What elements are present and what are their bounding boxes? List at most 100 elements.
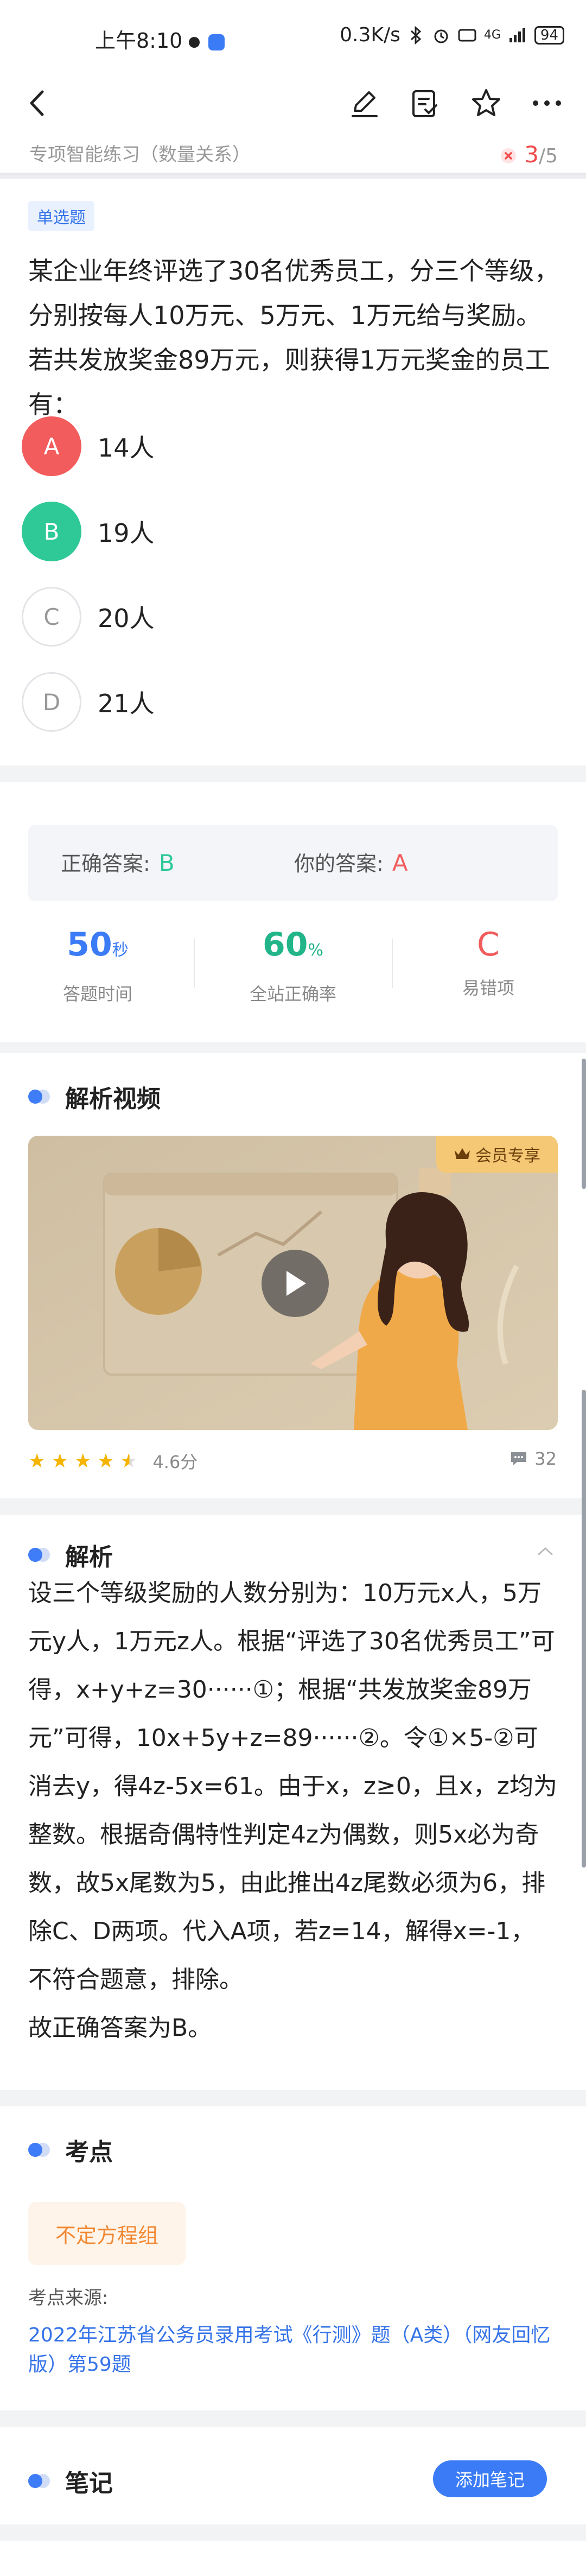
add-note-button[interactable]: 添加笔记 xyxy=(433,2460,547,2497)
stat-value: 50 xyxy=(67,926,112,964)
pencil-icon[interactable] xyxy=(348,87,381,119)
stat-caption: 易错项 xyxy=(462,978,514,998)
more-icon[interactable] xyxy=(531,87,563,119)
play-button-icon[interactable] xyxy=(262,1250,329,1317)
progress-current: 3 xyxy=(524,141,539,168)
scrollbar[interactable] xyxy=(582,1059,586,1189)
vip-badge: 会员专享 xyxy=(436,1136,558,1173)
option-label: 14人 xyxy=(98,433,155,463)
analysis-section-heading: 解析 xyxy=(28,1537,113,1572)
star-full-icon: ★ xyxy=(74,1450,92,1472)
star-icon[interactable] xyxy=(470,87,502,119)
correct-answer-label: 正确答案: xyxy=(61,852,150,876)
network-speed: 0.3K/s xyxy=(340,24,400,46)
stat-divider xyxy=(194,939,195,988)
comment-icon xyxy=(511,1452,527,1465)
back-arrow-icon[interactable] xyxy=(21,87,53,119)
your-answer-label: 你的答案: xyxy=(294,852,384,876)
kaodian-section-heading: 考点 xyxy=(28,2132,113,2167)
video-section-heading: 解析视频 xyxy=(28,1079,161,1114)
wrong-mark-icon xyxy=(501,148,517,163)
status-right: 0.3K/s 4G 94 xyxy=(340,24,564,46)
stat-caption: 全站正确率 xyxy=(249,984,336,1004)
star-half-icon: ★ xyxy=(120,1450,138,1472)
star-full-icon: ★ xyxy=(97,1450,115,1472)
next-card-edge xyxy=(0,2541,586,2576)
network-type: 4G xyxy=(483,28,501,42)
question-text: 某企业年终评选了30名优秀员工，分三个等级，分别按每人10万元、5万元、1万元给… xyxy=(28,256,559,419)
section-title: 笔记 xyxy=(65,2470,113,2497)
section-bullet-icon xyxy=(28,1090,52,1104)
option-d[interactable]: D 21人 xyxy=(22,672,510,732)
stat-unit: 秒 xyxy=(112,941,129,960)
notification-dot-icon xyxy=(189,36,200,48)
alarm-icon xyxy=(434,29,448,43)
kaodian-tag[interactable]: 不定方程组 xyxy=(28,2202,186,2265)
option-label: 21人 xyxy=(98,689,155,718)
question-progress[interactable]: 3/5 xyxy=(500,136,558,175)
video-player[interactable]: 会员专享 xyxy=(28,1136,558,1430)
app-notification-icon xyxy=(208,34,225,50)
bluetooth-icon xyxy=(410,26,422,45)
section-title: 解析 xyxy=(65,1543,113,1571)
nav-bar xyxy=(0,71,586,136)
stat-accuracy: 60% 全站正确率 xyxy=(203,920,383,1005)
question-type-tag: 单选题 xyxy=(28,201,94,231)
star-full-icon: ★ xyxy=(51,1450,69,1472)
collapse-chevron-icon[interactable] xyxy=(537,1546,553,1562)
section-title: 解析视频 xyxy=(65,1085,161,1113)
video-comments[interactable]: 32 xyxy=(509,1448,557,1469)
question-card: 单选题 某企业年终评选了30名优秀员工，分三个等级，分别按每人10万元、5万元、… xyxy=(0,179,586,765)
rating-score: 4.6分 xyxy=(152,1452,198,1472)
option-label: 19人 xyxy=(98,518,155,548)
progress-total: /5 xyxy=(538,145,558,167)
scrollbar[interactable] xyxy=(582,1390,586,1868)
video-card: 解析视频 会员专享 ★ ★ ★ ★ ★ 4.6分 32 xyxy=(0,1053,586,1498)
analysis-card: 解析 设三个等级奖励的人数分别为：10万元x人，5万元y人，1万元z人。根据“评… xyxy=(0,1515,586,2090)
vip-label: 会员专享 xyxy=(475,1147,540,1166)
video-rating: ★ ★ ★ ★ ★ 4.6分 xyxy=(28,1448,198,1473)
option-b[interactable]: B 19人 xyxy=(22,502,510,561)
analysis-body: 设三个等级奖励的人数分别为：10万元x人，5万元y人，1万元z人。根据“评选了3… xyxy=(28,1579,558,1993)
stat-value: 60 xyxy=(262,926,308,964)
stat-caption: 答题时间 xyxy=(62,984,132,1004)
battery-level: 94 xyxy=(540,27,558,43)
stat-unit: % xyxy=(308,941,323,960)
option-letter: D xyxy=(22,672,81,732)
hd-icon xyxy=(458,29,476,41)
answer-card: 正确答案: B 你的答案: A 50秒 答题时间 60% 全站正确率 C 易错项 xyxy=(0,782,586,1042)
stat-value: C xyxy=(477,926,500,964)
option-label: 20人 xyxy=(98,604,155,633)
analysis-conclusion: 故正确答案为B。 xyxy=(28,2014,212,2042)
section-bullet-icon xyxy=(28,2143,52,2157)
answer-comparison: 正确答案: B 你的答案: A xyxy=(28,825,558,901)
kaodian-card: 考点 不定方程组 考点来源: 2022年江苏省公务员录用考试《行测》题（A类）（… xyxy=(0,2106,586,2410)
star-full-icon: ★ xyxy=(28,1450,46,1472)
option-letter: B xyxy=(22,502,81,561)
correct-answer: 正确答案: B xyxy=(61,825,175,902)
correct-answer-value: B xyxy=(158,850,175,876)
your-answer-value: A xyxy=(392,850,408,876)
option-a[interactable]: A 14人 xyxy=(22,416,510,476)
practice-header: 专项智能练习（数量关系） 3/5 xyxy=(0,136,586,174)
kaodian-source-label: 考点来源: xyxy=(28,2287,109,2309)
section-bullet-icon xyxy=(28,1548,52,1562)
notes-card: 笔记 添加笔记 xyxy=(0,2427,586,2524)
stat-common-error: C 易错项 xyxy=(399,920,578,999)
section-title: 考点 xyxy=(65,2138,113,2166)
section-bullet-icon xyxy=(28,2474,52,2488)
option-c[interactable]: C 20人 xyxy=(22,587,510,647)
status-bar: 上午8:10 0.3K/s 4G 94 xyxy=(0,0,586,71)
option-letter: C xyxy=(22,587,81,647)
kaodian-source-link[interactable]: 2022年江苏省公务员录用考试《行测》题（A类）（网友回忆版）第59题 xyxy=(28,2321,565,2379)
comment-count: 32 xyxy=(534,1448,557,1469)
answer-sheet-icon[interactable] xyxy=(408,87,441,119)
crown-icon xyxy=(455,1148,470,1159)
battery-icon: 94 xyxy=(534,26,564,45)
your-answer: 你的答案: A xyxy=(294,825,408,902)
status-time: 上午8:10 xyxy=(95,24,225,54)
practice-title: 专项智能练习（数量关系） xyxy=(29,144,251,166)
option-letter: A xyxy=(22,416,81,476)
signal-icon xyxy=(509,28,525,42)
notes-section-heading: 笔记 xyxy=(28,2464,113,2498)
